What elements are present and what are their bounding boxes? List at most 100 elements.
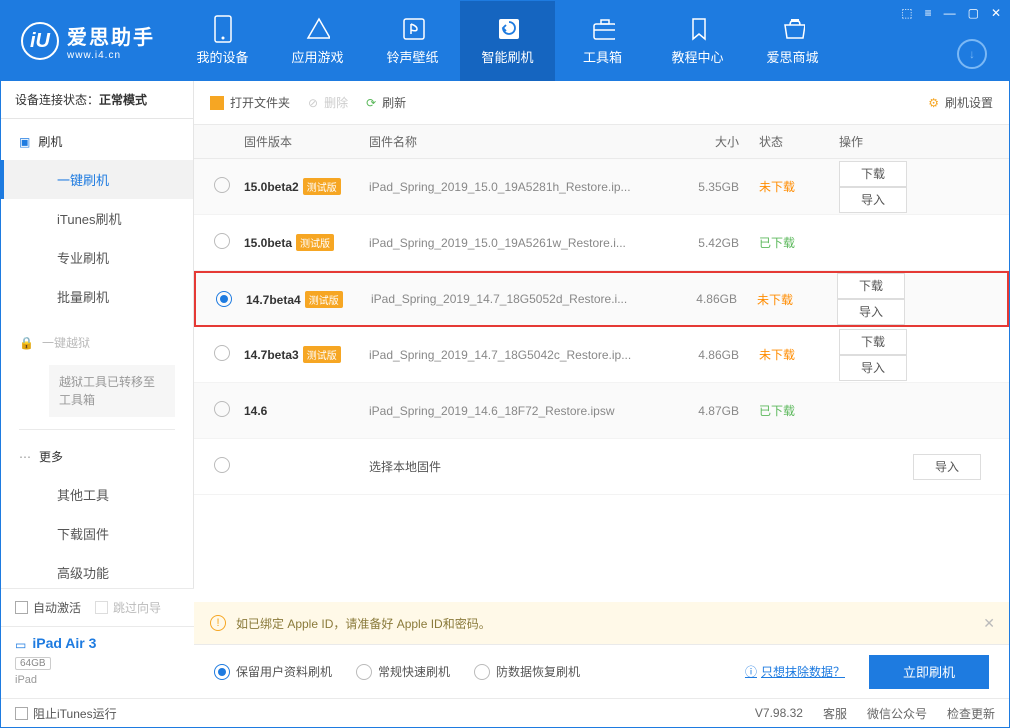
table-row[interactable]: 14.6iPad_Spring_2019_14.6_18F72_Restore.…: [194, 383, 1009, 439]
close-icon[interactable]: ✕: [991, 6, 1001, 20]
toolbar: 打开文件夹 ⊘删除 ⟳刷新 ⚙刷机设置: [194, 81, 1009, 125]
gear-icon: ⚙: [928, 96, 939, 110]
logo-subtitle: www.i4.cn: [67, 50, 155, 61]
sidebar-item[interactable]: 高级功能: [1, 553, 193, 592]
radio-icon[interactable]: [214, 233, 230, 249]
status-badge: 已下载: [759, 404, 795, 418]
flash-icon: ▣: [19, 135, 30, 149]
sidebar-item[interactable]: 下载固件: [1, 514, 193, 553]
table-row[interactable]: 15.0beta测试版iPad_Spring_2019_15.0_19A5261…: [194, 215, 1009, 271]
folder-icon: [210, 96, 224, 110]
nav-item-4[interactable]: 工具箱: [555, 1, 650, 81]
main-nav: 我的设备应用游戏铃声壁纸智能刷机工具箱教程中心爱思商城: [175, 1, 840, 81]
lock-icon: 🔒: [19, 336, 34, 350]
checkbox-icon: [15, 707, 28, 720]
radio-icon[interactable]: [216, 291, 232, 307]
beta-badge: 测试版: [305, 291, 343, 308]
radio-icon: [356, 664, 372, 680]
shirt-icon[interactable]: ⬚: [901, 6, 912, 20]
erase-data-link[interactable]: ⓘ只想抹除数据？: [745, 663, 845, 680]
table-row[interactable]: 14.7beta4测试版iPad_Spring_2019_14.7_18G505…: [194, 271, 1009, 327]
open-folder-button[interactable]: 打开文件夹: [210, 94, 290, 111]
radio-icon[interactable]: [214, 457, 230, 473]
notice-bar: ! 如已绑定 Apple ID，请准备好 Apple ID和密码。 ✕: [194, 602, 1009, 644]
status-badge: 未下载: [759, 180, 795, 194]
logo-title: 爱思助手: [67, 21, 155, 50]
nav-item-3[interactable]: 智能刷机: [460, 1, 555, 81]
option-antiloss-flash[interactable]: 防数据恢复刷机: [474, 663, 580, 680]
radio-icon: [214, 664, 230, 680]
flash-now-button[interactable]: 立即刷机: [869, 655, 989, 689]
auto-activate-checkbox[interactable]: 自动激活: [15, 599, 81, 616]
minimize-icon[interactable]: —: [944, 6, 956, 20]
sidebar-head-flash[interactable]: ▣ 刷机: [1, 123, 193, 160]
nav-icon: [591, 17, 615, 41]
nav-item-5[interactable]: 教程中心: [650, 1, 745, 81]
firmware-table: 15.0beta2测试版iPad_Spring_2019_15.0_19A528…: [194, 159, 1009, 602]
sidebar-item[interactable]: 一键刷机: [1, 160, 193, 199]
flash-settings-button[interactable]: ⚙刷机设置: [928, 94, 993, 111]
nav-item-2[interactable]: 铃声壁纸: [365, 1, 460, 81]
row-action-button[interactable]: 导入: [913, 454, 981, 480]
row-action-button[interactable]: 下载: [837, 273, 905, 299]
device-info[interactable]: ▭iPad Air 3 64GB iPad: [1, 627, 194, 698]
table-row[interactable]: 14.7beta3测试版iPad_Spring_2019_14.7_18G504…: [194, 327, 1009, 383]
tablet-icon: ▭: [15, 638, 26, 652]
refresh-icon: ⟳: [366, 96, 376, 110]
download-progress-icon[interactable]: ↓: [957, 39, 987, 69]
version-label: V7.98.32: [755, 706, 803, 720]
delete-icon: ⊘: [308, 96, 318, 110]
sidebar-item[interactable]: iTunes刷机: [1, 199, 193, 238]
table-row[interactable]: 选择本地固件导入: [194, 439, 1009, 495]
radio-icon[interactable]: [214, 177, 230, 193]
nav-item-0[interactable]: 我的设备: [175, 1, 270, 81]
options-bar: 保留用户资料刷机 常规快速刷机 防数据恢复刷机 ⓘ只想抹除数据？ 立即刷机: [194, 644, 1009, 698]
sidebar-head-jailbreak: 🔒 一键越狱: [1, 324, 193, 361]
nav-icon: [306, 17, 330, 41]
sidebar-item[interactable]: 批量刷机: [1, 277, 193, 316]
table-row[interactable]: 15.0beta2测试版iPad_Spring_2019_15.0_19A528…: [194, 159, 1009, 215]
radio-icon[interactable]: [214, 345, 230, 361]
status-badge: 未下载: [757, 293, 793, 307]
sidebar-bottom: 自动激活 跳过向导 ▭iPad Air 3 64GB iPad: [1, 588, 194, 698]
menu-icon[interactable]: ≡: [925, 6, 932, 20]
radio-icon: [474, 664, 490, 680]
beta-badge: 测试版: [296, 234, 334, 251]
customer-service-link[interactable]: 客服: [823, 705, 847, 722]
refresh-button[interactable]: ⟳刷新: [366, 94, 406, 111]
header: iU 爱思助手 www.i4.cn 我的设备应用游戏铃声壁纸智能刷机工具箱教程中…: [1, 1, 1009, 81]
info-icon: ⓘ: [745, 663, 757, 680]
option-keep-data[interactable]: 保留用户资料刷机: [214, 663, 332, 680]
window-controls: ⬚ ≡ — ▢ ✕: [901, 6, 1001, 20]
radio-icon[interactable]: [214, 401, 230, 417]
connection-status: 设备连接状态：正常模式: [1, 81, 193, 119]
content: 打开文件夹 ⊘删除 ⟳刷新 ⚙刷机设置 固件版本 固件名称 大小 状态 操作 1…: [194, 81, 1009, 698]
wechat-link[interactable]: 微信公众号: [867, 705, 927, 722]
nav-item-6[interactable]: 爱思商城: [745, 1, 840, 81]
nav-icon: [401, 17, 425, 41]
nav-icon: [686, 17, 710, 41]
row-action-button[interactable]: 导入: [837, 299, 905, 325]
status-badge: 未下载: [759, 348, 795, 362]
beta-badge: 测试版: [303, 178, 341, 195]
sidebar-head-more[interactable]: ⋯ 更多: [1, 438, 193, 475]
row-action-button[interactable]: 导入: [839, 355, 907, 381]
row-action-button[interactable]: 导入: [839, 187, 907, 213]
row-action-button[interactable]: 下载: [839, 329, 907, 355]
notice-close-button[interactable]: ✕: [983, 615, 995, 632]
block-itunes-checkbox[interactable]: 阻止iTunes运行: [15, 705, 117, 722]
footer: 阻止iTunes运行 V7.98.32 客服 微信公众号 检查更新: [1, 698, 1009, 727]
maximize-icon[interactable]: ▢: [968, 6, 979, 20]
logo: iU 爱思助手 www.i4.cn: [1, 21, 175, 61]
sidebar-item[interactable]: 专业刷机: [1, 238, 193, 277]
logo-icon: iU: [21, 22, 59, 60]
status-badge: 已下载: [759, 236, 795, 250]
check-update-link[interactable]: 检查更新: [947, 705, 995, 722]
beta-badge: 测试版: [303, 346, 341, 363]
row-action-button[interactable]: 下载: [839, 161, 907, 187]
sidebar-item[interactable]: 其他工具: [1, 475, 193, 514]
delete-button: ⊘删除: [308, 94, 348, 111]
warning-icon: !: [210, 615, 226, 631]
nav-item-1[interactable]: 应用游戏: [270, 1, 365, 81]
option-normal-flash[interactable]: 常规快速刷机: [356, 663, 450, 680]
